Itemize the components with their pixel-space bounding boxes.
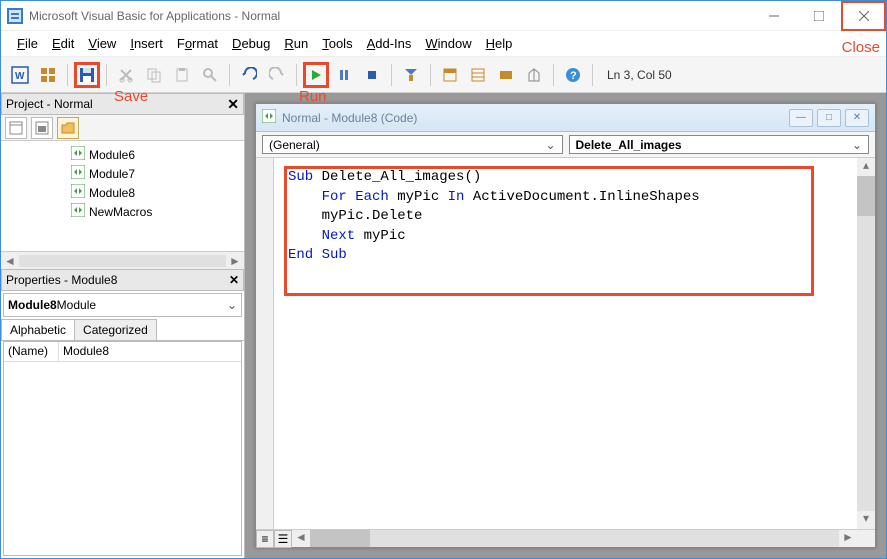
code-margin: [256, 158, 274, 529]
property-value[interactable]: Module8: [59, 342, 241, 361]
object-browser-button[interactable]: [493, 62, 519, 88]
title-bar: Microsoft Visual Basic for Applications …: [1, 1, 886, 31]
code-combo-row: (General)⌄ Delete_All_images⌄: [256, 132, 875, 158]
redo-button[interactable]: [264, 62, 290, 88]
design-mode-button[interactable]: [398, 62, 424, 88]
save-button[interactable]: [74, 62, 100, 88]
procedure-combo[interactable]: Delete_All_images⌄: [569, 135, 870, 154]
properties-icon-button[interactable]: [35, 62, 61, 88]
code-maximize-button[interactable]: □: [817, 109, 841, 127]
module-icon: [71, 165, 85, 182]
module-icon: [71, 146, 85, 163]
toggle-folders-icon[interactable]: [57, 117, 79, 139]
code-window-title: Normal - Module8 (Code): [282, 111, 417, 125]
chevron-down-icon: ⌄: [545, 138, 555, 152]
object-combo[interactable]: (General)⌄: [262, 135, 563, 154]
menu-edit[interactable]: Edit: [46, 34, 80, 53]
break-button[interactable]: [331, 62, 357, 88]
close-annotation: Close: [842, 39, 880, 56]
cursor-position: Ln 3, Col 50: [607, 68, 672, 82]
tree-item-newmacros[interactable]: NewMacros: [1, 202, 244, 221]
toolbar: W ? Ln 3, Col 50 Save Run: [1, 57, 886, 93]
menu-insert[interactable]: Insert: [124, 34, 169, 53]
paste-button[interactable]: [169, 62, 195, 88]
code-area: Sub Delete_All_images() For Each myPic I…: [256, 158, 875, 529]
save-annotation: Save: [114, 88, 148, 105]
vba-app-icon: [7, 8, 23, 24]
tree-item-module6[interactable]: Module6: [1, 145, 244, 164]
toolbox-button[interactable]: [521, 62, 547, 88]
project-explorer-button[interactable]: [437, 62, 463, 88]
menu-help[interactable]: Help: [480, 34, 519, 53]
reset-button[interactable]: [359, 62, 385, 88]
code-hscrollbar[interactable]: ≡ ☰ ◄►: [256, 529, 875, 547]
project-panel-title: Project - Normal: [6, 97, 93, 111]
word-view-icon[interactable]: W: [7, 62, 33, 88]
undo-button[interactable]: [236, 62, 262, 88]
properties-window-button[interactable]: [465, 62, 491, 88]
menu-tools[interactable]: Tools: [316, 34, 358, 53]
menu-run[interactable]: Run: [278, 34, 314, 53]
window-controls: [751, 1, 886, 31]
project-hscrollbar[interactable]: ◄►: [1, 251, 244, 269]
menu-view[interactable]: View: [82, 34, 122, 53]
copy-button[interactable]: [141, 62, 167, 88]
cut-button[interactable]: [113, 62, 139, 88]
project-panel-toolbar: [1, 115, 244, 141]
close-button[interactable]: [841, 1, 886, 31]
menu-debug[interactable]: Debug: [226, 34, 276, 53]
properties-object-combo[interactable]: Module8 Module ⌄: [3, 293, 242, 317]
full-module-view-icon[interactable]: ☰: [274, 530, 292, 548]
property-name: (Name): [4, 342, 59, 361]
code-vscrollbar[interactable]: ▴▾: [857, 158, 875, 529]
code-icon: [262, 109, 276, 126]
code-minimize-button[interactable]: —: [789, 109, 813, 127]
run-button[interactable]: [303, 62, 329, 88]
menu-window[interactable]: Window: [419, 34, 477, 53]
find-button[interactable]: [197, 62, 223, 88]
tab-categorized[interactable]: Categorized: [74, 319, 157, 340]
chevron-down-icon: ⌄: [227, 298, 237, 312]
minimize-button[interactable]: [751, 1, 796, 31]
property-row[interactable]: (Name) Module8: [4, 342, 241, 362]
module-icon: [71, 184, 85, 201]
menu-file[interactable]: File: [11, 34, 44, 53]
mdi-area: Normal - Module8 (Code) — □ ✕ (General)⌄…: [245, 93, 886, 558]
menu-addins[interactable]: Add-Ins: [361, 34, 418, 53]
properties-panel-title: Properties - Module8: [6, 273, 117, 287]
svg-text:W: W: [15, 71, 25, 82]
view-object-icon[interactable]: [31, 117, 53, 139]
menu-format[interactable]: Format: [171, 34, 224, 53]
properties-panel-header: Properties - Module8 ✕: [1, 269, 244, 291]
left-panels: Project - Normal ✕ Module6 Module7 Modul…: [1, 93, 245, 558]
properties-grid[interactable]: (Name) Module8: [3, 341, 242, 556]
properties-tabs: Alphabetic Categorized: [1, 319, 244, 341]
project-panel-close-icon[interactable]: ✕: [227, 96, 239, 113]
code-window-titlebar[interactable]: Normal - Module8 (Code) — □ ✕: [256, 104, 875, 132]
app-title: Microsoft Visual Basic for Applications …: [29, 9, 751, 23]
project-tree[interactable]: Module6 Module7 Module8 NewMacros: [1, 141, 244, 251]
code-window: Normal - Module8 (Code) — □ ✕ (General)⌄…: [255, 103, 876, 548]
properties-panel-close-icon[interactable]: ✕: [229, 273, 239, 287]
tree-item-module7[interactable]: Module7: [1, 164, 244, 183]
help-button[interactable]: ?: [560, 62, 586, 88]
chevron-down-icon: ⌄: [852, 138, 862, 152]
code-editor[interactable]: Sub Delete_All_images() For Each myPic I…: [274, 158, 857, 529]
view-code-icon[interactable]: [5, 117, 27, 139]
module-icon: [71, 203, 85, 220]
maximize-button[interactable]: [796, 1, 841, 31]
code-close-button[interactable]: ✕: [845, 109, 869, 127]
run-annotation: Run: [299, 88, 327, 105]
tab-alphabetic[interactable]: Alphabetic: [1, 319, 75, 340]
tree-item-module8[interactable]: Module8: [1, 183, 244, 202]
svg-text:?: ?: [570, 70, 577, 82]
procedure-view-icon[interactable]: ≡: [256, 530, 274, 548]
menu-bar: File Edit View Insert Format Debug Run T…: [1, 31, 886, 57]
